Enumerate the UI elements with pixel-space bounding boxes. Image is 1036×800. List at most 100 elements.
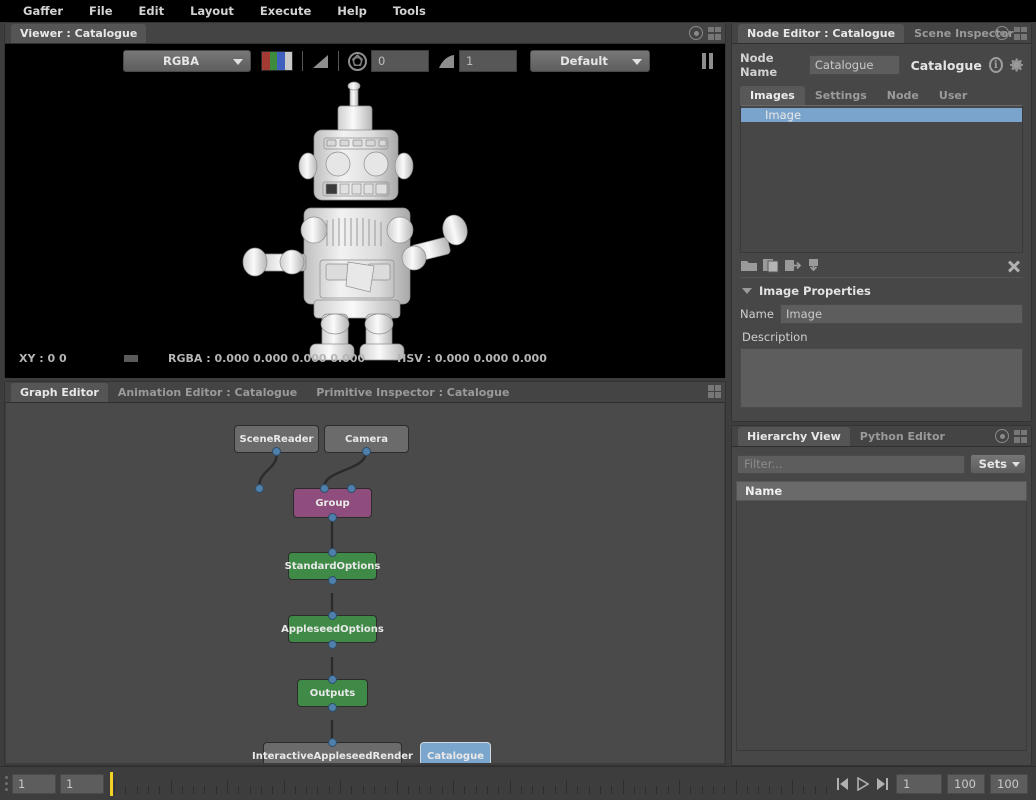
duplicate-icon[interactable] xyxy=(762,258,780,273)
timeline-range-end-field[interactable]: 100 xyxy=(947,773,985,794)
layout-grid-icon[interactable] xyxy=(1014,26,1027,40)
node-name-row: Node Name Catalogue Catalogue i xyxy=(740,51,1023,79)
node-output-plug[interactable] xyxy=(328,513,337,522)
gaffer-application-window: Gaffer File Edit Layout Execute Help Too… xyxy=(0,0,1036,800)
channel-swatches-icon[interactable] xyxy=(261,51,293,71)
add-folder-icon[interactable] xyxy=(740,258,758,273)
tab-user[interactable]: User xyxy=(928,86,978,105)
exposure-field[interactable]: 0 xyxy=(371,50,429,72)
layout-grid-icon[interactable] xyxy=(1014,429,1027,443)
pin-target-icon[interactable] xyxy=(995,26,1009,40)
menu-item-gaffer[interactable]: Gaffer xyxy=(10,0,76,22)
skip-to-end-icon[interactable] xyxy=(876,777,889,791)
viewer-canvas[interactable]: XY : 0 0 RGBA : 0.000 0.000 0.000 0.000 … xyxy=(5,78,725,378)
node-input-plug[interactable] xyxy=(320,484,329,493)
hierarchy-list[interactable] xyxy=(736,501,1027,751)
viewer-status-bar: XY : 0 0 RGBA : 0.000 0.000 0.000 0.000 … xyxy=(5,349,725,367)
menu-item-tools[interactable]: Tools xyxy=(380,0,439,22)
menu-item-edit[interactable]: Edit xyxy=(126,0,178,22)
tab-hierarchy-view[interactable]: Hierarchy View xyxy=(738,427,850,446)
viewer-tab-bar: Viewer : Catalogue xyxy=(5,23,725,44)
pause-icon[interactable] xyxy=(702,53,713,69)
node-input-plug[interactable] xyxy=(328,548,337,557)
export-icon[interactable] xyxy=(784,258,802,273)
image-properties-header[interactable]: Image Properties xyxy=(742,284,1031,298)
chevron-down-icon xyxy=(233,59,243,65)
timeline-fps-field[interactable]: 100 xyxy=(990,773,1028,794)
node-input-plug[interactable] xyxy=(328,675,337,684)
node-input-plug[interactable] xyxy=(328,611,337,620)
chevron-down-icon xyxy=(632,59,642,65)
playhead-marker[interactable] xyxy=(110,771,113,796)
node-editor-parameter-tabs: Images Settings Node User xyxy=(740,85,1031,105)
layout-grid-icon[interactable] xyxy=(708,385,721,398)
display-channels-dropdown[interactable]: RGBA xyxy=(123,50,251,72)
tab-animation-editor[interactable]: Animation Editor : Catalogue xyxy=(108,383,307,402)
node-connections xyxy=(257,451,368,748)
image-list[interactable]: Image xyxy=(740,105,1023,253)
rendered-image xyxy=(142,78,590,368)
gamma-curve-icon[interactable] xyxy=(438,54,455,69)
play-icon[interactable] xyxy=(856,776,869,791)
list-item[interactable]: Image xyxy=(741,108,1022,122)
menu-item-help[interactable]: Help xyxy=(324,0,380,22)
tab-viewer-catalogue[interactable]: Viewer : Catalogue xyxy=(11,24,147,43)
node-output-plug[interactable] xyxy=(272,447,281,456)
node-output-plug[interactable] xyxy=(328,703,337,712)
import-icon[interactable] xyxy=(806,258,824,273)
image-name-input[interactable]: Image xyxy=(780,304,1023,324)
image-description-textarea[interactable] xyxy=(740,348,1023,408)
skip-to-start-icon[interactable] xyxy=(836,777,849,791)
soloing-wedge-icon[interactable] xyxy=(312,54,329,69)
node-input-plug[interactable] xyxy=(255,484,264,493)
menu-item-file[interactable]: File xyxy=(76,0,126,22)
rgba-readout: RGBA : 0.000 0.000 0.000 0.000 xyxy=(168,351,366,365)
timeline-start-field[interactable]: 1 xyxy=(12,773,56,794)
node-input-plug[interactable] xyxy=(328,738,337,747)
image-description-label: Description xyxy=(742,330,808,344)
hierarchy-tab-bar: Hierarchy View Python Editor xyxy=(732,426,1031,447)
tab-graph-editor[interactable]: Graph Editor xyxy=(11,383,108,402)
node-output-plug[interactable] xyxy=(328,640,337,649)
drag-handle-icon[interactable] xyxy=(5,776,8,791)
filter-input[interactable]: Filter... xyxy=(737,454,965,474)
gamma-field[interactable]: 1 xyxy=(459,50,517,72)
node-editor-corner-controls xyxy=(995,26,1027,40)
menu-item-execute[interactable]: Execute xyxy=(247,0,324,22)
node-name-input[interactable]: Catalogue xyxy=(808,55,900,75)
tab-settings[interactable]: Settings xyxy=(804,86,877,105)
gear-icon[interactable] xyxy=(1009,57,1023,73)
tab-node-editor[interactable]: Node Editor : Catalogue xyxy=(738,24,905,43)
node-output-plug[interactable] xyxy=(362,447,371,456)
color-swatch xyxy=(124,354,138,362)
node-label: Outputs xyxy=(309,687,356,699)
node-editor-tab-bar: Node Editor : Catalogue Scene Inspector xyxy=(732,23,1031,44)
node-graph-canvas[interactable]: SceneReader Camera Group StandardOptions xyxy=(6,403,724,763)
sets-label: Sets xyxy=(978,457,1007,471)
hierarchy-column-header[interactable]: Name xyxy=(736,481,1027,501)
timeline-bar: 1 1 1 100 100 xyxy=(0,766,1036,800)
display-transform-dropdown[interactable]: Default xyxy=(530,50,650,72)
node-label: SceneReader xyxy=(239,433,314,445)
hierarchy-corner-controls xyxy=(995,429,1027,443)
tab-python-editor[interactable]: Python Editor xyxy=(850,427,954,446)
tab-images[interactable]: Images xyxy=(740,86,805,105)
timeline-ruler[interactable] xyxy=(110,771,830,796)
tab-node[interactable]: Node xyxy=(876,86,929,105)
chevron-down-icon xyxy=(1012,462,1020,467)
pin-target-icon[interactable] xyxy=(995,429,1009,443)
timeline-current-field[interactable]: 1 xyxy=(60,773,104,794)
layout-grid-icon[interactable] xyxy=(708,26,721,40)
node-catalogue[interactable]: Catalogue xyxy=(420,742,491,763)
node-output-plug[interactable] xyxy=(328,576,337,585)
tab-primitive-inspector[interactable]: Primitive Inspector : Catalogue xyxy=(307,383,519,402)
node-input-plug[interactable] xyxy=(347,484,356,493)
sets-dropdown[interactable]: Sets xyxy=(969,454,1026,474)
exposure-aperture-icon[interactable] xyxy=(348,51,367,71)
close-icon[interactable] xyxy=(1007,259,1021,273)
pin-target-icon[interactable] xyxy=(689,26,703,40)
menu-item-layout[interactable]: Layout xyxy=(177,0,247,22)
node-type-title: Catalogue xyxy=(910,57,982,73)
timeline-frame-field[interactable]: 1 xyxy=(896,773,942,794)
info-icon[interactable]: i xyxy=(988,57,1003,73)
